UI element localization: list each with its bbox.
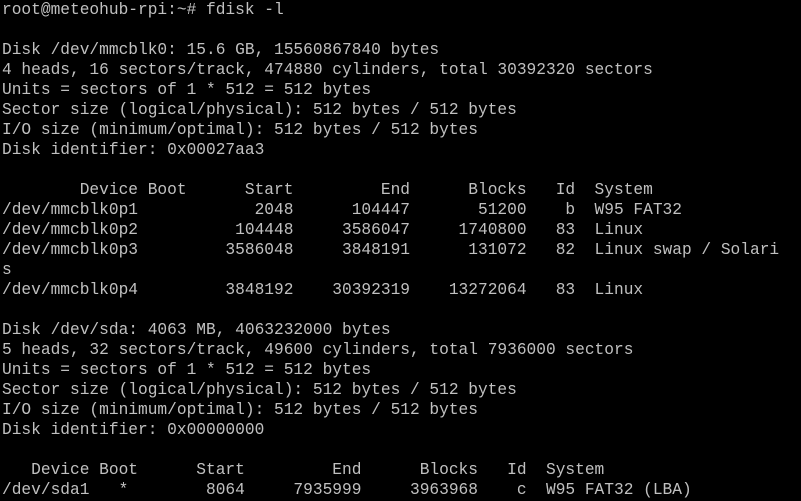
terminal-line: Sector size (logical/physical): 512 byte… [2,101,517,119]
partition-row: /dev/sda1 * 8064 7935999 3963968 c W95 F… [2,481,692,499]
terminal-line: Disk identifier: 0x00000000 [2,421,265,439]
terminal-line: 4 heads, 16 sectors/track, 474880 cylind… [2,61,653,79]
partition-row: /dev/mmcblk0p1 2048 104447 51200 b W95 F… [2,201,682,219]
partition-row-wrap: s [2,261,12,279]
terminal-line: Units = sectors of 1 * 512 = 512 bytes [2,361,372,379]
terminal-line: Sector size (logical/physical): 512 byte… [2,381,517,399]
terminal-line-prompt: root@meteohub-rpi:~# fdisk -l [2,1,284,19]
partition-row: /dev/mmcblk0p4 3848192 30392319 13272064… [2,281,644,299]
terminal-line: Disk /dev/sda: 4063 MB, 4063232000 bytes [2,321,391,339]
partition-row: /dev/mmcblk0p2 104448 3586047 1740800 83… [2,221,644,239]
terminal-line: 5 heads, 32 sectors/track, 49600 cylinde… [2,341,634,359]
partition-row: /dev/mmcblk0p3 3586048 3848191 131072 82… [2,241,780,259]
terminal-line: I/O size (minimum/optimal): 512 bytes / … [2,401,478,419]
partition-table-header: Device Boot Start End Blocks Id System [2,461,605,479]
terminal-line: Disk /dev/mmcblk0: 15.6 GB, 15560867840 … [2,41,440,59]
terminal-line: Units = sectors of 1 * 512 = 512 bytes [2,81,372,99]
terminal-line: I/O size (minimum/optimal): 512 bytes / … [2,121,478,139]
terminal-output[interactable]: root@meteohub-rpi:~# fdisk -l Disk /dev/… [0,0,801,501]
terminal-line: Disk identifier: 0x00027aa3 [2,141,265,159]
partition-table-header: Device Boot Start End Blocks Id System [2,181,653,199]
